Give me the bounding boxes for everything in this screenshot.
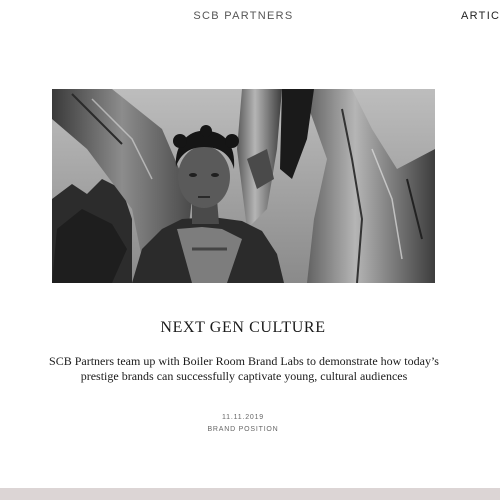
- nav-item-articles[interactable]: ARTICLES: [461, 10, 500, 22]
- page: SCB PARTNERS ARTICLES: [0, 0, 500, 500]
- article-hero-image[interactable]: [52, 89, 435, 283]
- article-summary: SCB Partners team up with Boiler Room Br…: [49, 354, 439, 383]
- brand-logo-link[interactable]: SCB PARTNERS: [0, 10, 487, 22]
- photo-icon: [52, 89, 435, 283]
- article-category[interactable]: BRAND POSITION: [0, 426, 486, 433]
- footer-band: [0, 488, 500, 500]
- article-date: 11.11.2019: [222, 414, 264, 421]
- article-title[interactable]: NEXT GEN CULTURE: [0, 319, 486, 337]
- site-header: SCB PARTNERS ARTICLES: [0, 0, 500, 32]
